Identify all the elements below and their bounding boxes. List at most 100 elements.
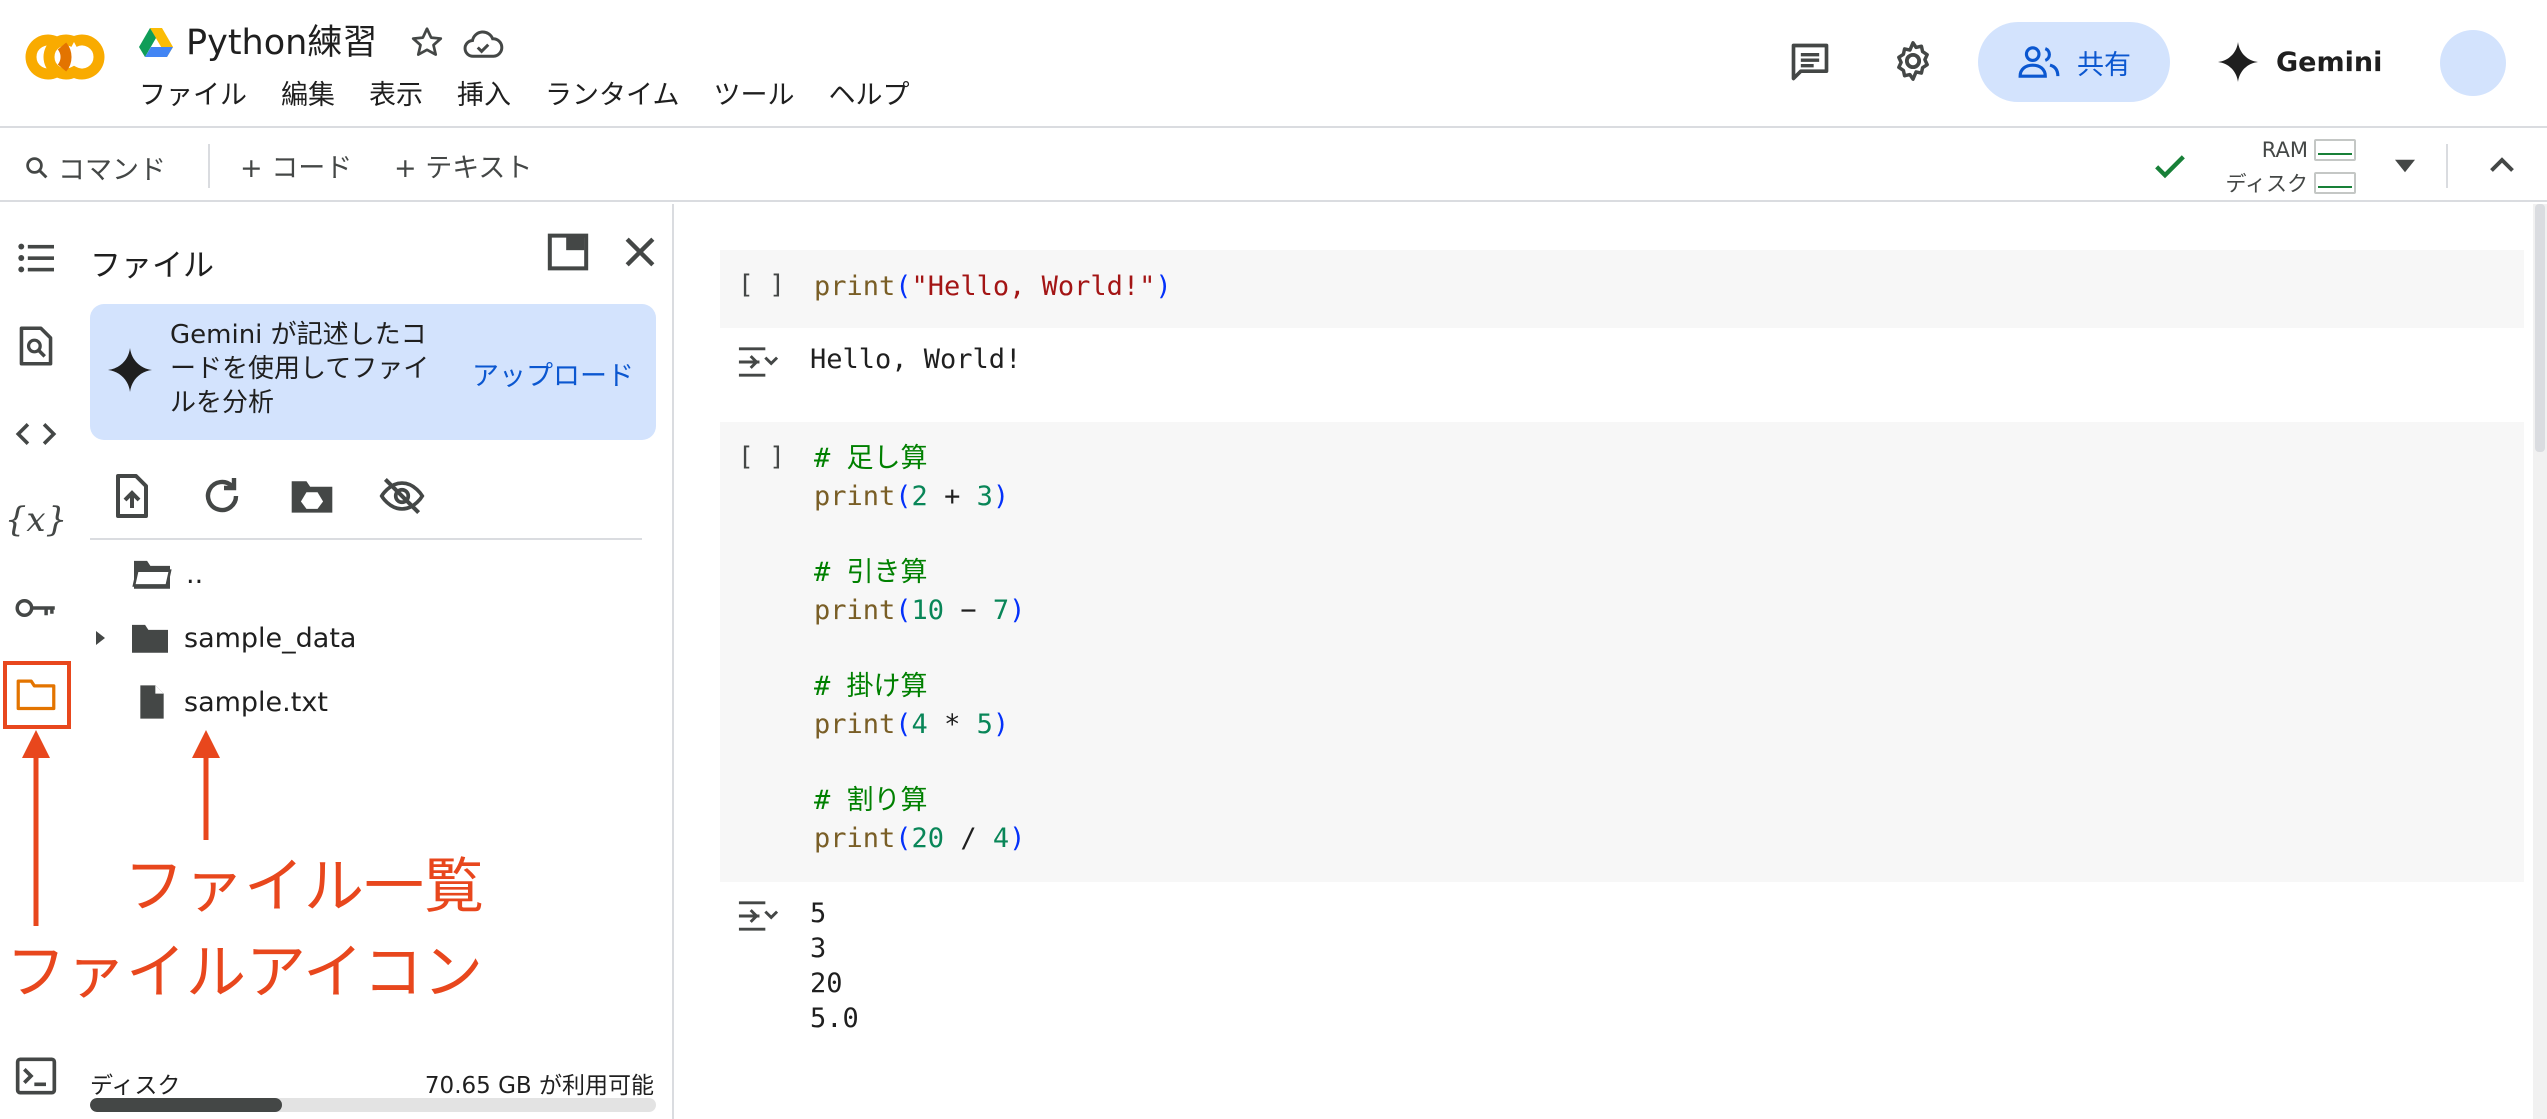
command-label: コマンド (58, 155, 166, 186)
disk-free-space: 70.65 GB が利用可能 (424, 1073, 654, 1099)
menu-tools[interactable]: ツール (713, 78, 794, 114)
file-icon (140, 685, 164, 719)
menu-help[interactable]: ヘルプ (828, 78, 909, 114)
menu-bar: ファイル 編集 表示 挿入 ランタイム ツール ヘルプ (139, 78, 943, 114)
output-line: 5.0 (810, 1003, 859, 1034)
upload-file-icon[interactable] (108, 472, 156, 520)
close-icon[interactable] (618, 230, 662, 274)
notebook-title[interactable]: Python練習 (186, 20, 377, 66)
menu-view[interactable]: 表示 (369, 78, 423, 114)
search-icon (26, 156, 48, 178)
files-icon-highlight-box (3, 661, 71, 729)
output-line: 5 (810, 898, 827, 929)
notebook-scrollbar[interactable] (2533, 204, 2547, 1119)
toc-icon (18, 243, 54, 273)
code-line: print(20 / 4) (814, 823, 1026, 854)
account-avatar[interactable] (2440, 30, 2506, 96)
gemini-label: Gemini (2276, 46, 2383, 78)
gemini-button[interactable]: Gemini (2218, 30, 2382, 94)
menu-runtime[interactable]: ランタイム (545, 78, 679, 114)
ram-usage-bar (2314, 139, 2356, 161)
tree-item-parent[interactable]: .. (130, 546, 203, 602)
code-snippets-icon (15, 423, 57, 445)
command-palette-button[interactable]: コマンド (22, 148, 166, 187)
code-cell-1[interactable]: [ ] print("Hello, World!") (720, 250, 2524, 328)
cloud-saved-icon[interactable] (462, 26, 504, 62)
terminal-icon[interactable] (14, 1056, 58, 1096)
code-line: print("Hello, World!") (814, 271, 1172, 302)
panel-divider (90, 538, 642, 540)
tree-item-name: sample.txt (184, 686, 328, 718)
run-cell-button[interactable]: [ ] (738, 270, 785, 300)
add-text-cell-button[interactable]: + テキスト (394, 146, 532, 185)
code-cell-2[interactable]: [ ] # 足し算 print(2 + 3) # 引き算 print(10 − … (720, 422, 2524, 882)
output-toggle-icon[interactable] (736, 898, 780, 934)
table-of-contents-button[interactable] (12, 234, 60, 282)
share-button[interactable]: 共有 (1978, 22, 2170, 102)
open-in-tab-icon[interactable] (546, 232, 590, 272)
code-editor[interactable]: # 足し算 print(2 + 3) # 引き算 print(10 − 7) #… (814, 440, 1025, 858)
menu-file[interactable]: ファイル (139, 78, 247, 114)
refresh-icon[interactable] (198, 472, 246, 520)
gemini-sparkle-icon (108, 348, 152, 392)
code-line: print(10 − 7) (814, 595, 1026, 626)
annotation-arrow-file-list (192, 730, 220, 840)
cell-output-1: Hello, World! (810, 344, 1022, 375)
star-icon[interactable] (408, 24, 446, 62)
disk-usage-progress (90, 1098, 656, 1112)
upload-link[interactable]: アップロード (472, 354, 634, 393)
annotation-file-icon-label: ファイルアイコン (6, 938, 483, 1008)
disk-usage-bar (2314, 172, 2356, 194)
notebook-toolbar: コマンド + コード + テキスト RAM ディスク (0, 130, 2547, 202)
find-replace-button[interactable] (12, 322, 60, 370)
menu-insert[interactable]: 挿入 (457, 78, 511, 114)
variables-icon: {x} (4, 500, 68, 540)
folder-icon (132, 624, 168, 653)
code-editor[interactable]: print("Hello, World!") (814, 268, 1172, 306)
disk-label: ディスク (90, 1073, 181, 1099)
cell-output-2: 5 3 20 5.0 (810, 896, 859, 1036)
code-comment: # 足し算 (814, 443, 928, 474)
run-cell-button[interactable]: [ ] (738, 442, 785, 472)
resource-monitor[interactable]: RAM ディスク (2216, 134, 2356, 198)
ram-label: RAM (2261, 138, 2308, 162)
gemini-analyze-card: Gemini が記述したコードを使用してファイルを分析 アップロード (90, 304, 656, 440)
disk-usage-fill (90, 1098, 283, 1112)
tree-item-name: sample_data (184, 622, 357, 654)
code-line: print(4 * 5) (814, 709, 1010, 740)
gemini-sparkle-icon (2218, 42, 2258, 82)
annotation-arrow-file-icon (22, 730, 50, 926)
share-label: 共有 (2077, 49, 2131, 81)
code-comment: # 割り算 (814, 785, 928, 816)
annotation-file-list-label: ファイル一覧 (124, 852, 484, 922)
settings-gear-icon[interactable] (1890, 38, 1936, 84)
google-drive-icon[interactable] (139, 28, 173, 58)
panel-title: ファイル (90, 248, 214, 284)
tree-item-name: .. (186, 558, 204, 590)
add-code-cell-button[interactable]: + コード (240, 146, 352, 185)
caret-right-icon[interactable] (88, 626, 112, 650)
gemini-card-message: Gemini が記述したコードを使用してファイルを分析 (170, 320, 430, 418)
secrets-button[interactable] (12, 584, 60, 632)
runtime-dropdown-icon[interactable] (2390, 154, 2420, 178)
mount-drive-icon[interactable] (288, 472, 336, 520)
find-in-file-icon (19, 326, 53, 366)
output-toggle-icon[interactable] (736, 344, 780, 380)
colab-logo[interactable] (22, 30, 108, 84)
people-icon (2018, 46, 2060, 78)
app-header: Python練習 ファイル 編集 表示 挿入 ランタイム ツール ヘルプ 共有 … (0, 0, 2547, 128)
tree-item-sample-data[interactable]: sample_data (88, 610, 356, 666)
code-comment: # 掛け算 (814, 671, 928, 702)
scrollbar-thumb[interactable] (2535, 204, 2545, 452)
menu-edit[interactable]: 編集 (281, 78, 335, 114)
hide-files-eye-off-icon[interactable] (378, 472, 426, 520)
notebook-area: [ ] print("Hello, World!") Hello, World!… (676, 204, 2547, 1119)
variables-button[interactable]: {x} (5, 496, 67, 544)
connected-check-icon[interactable] (2150, 146, 2190, 186)
comment-icon[interactable] (1788, 40, 1832, 84)
folder-open-icon (132, 560, 172, 589)
chevron-up-icon[interactable] (2484, 148, 2520, 184)
tree-item-sample-txt[interactable]: sample.txt (132, 674, 328, 730)
code-snippets-button[interactable] (12, 410, 60, 458)
output-line: 3 (810, 933, 827, 964)
